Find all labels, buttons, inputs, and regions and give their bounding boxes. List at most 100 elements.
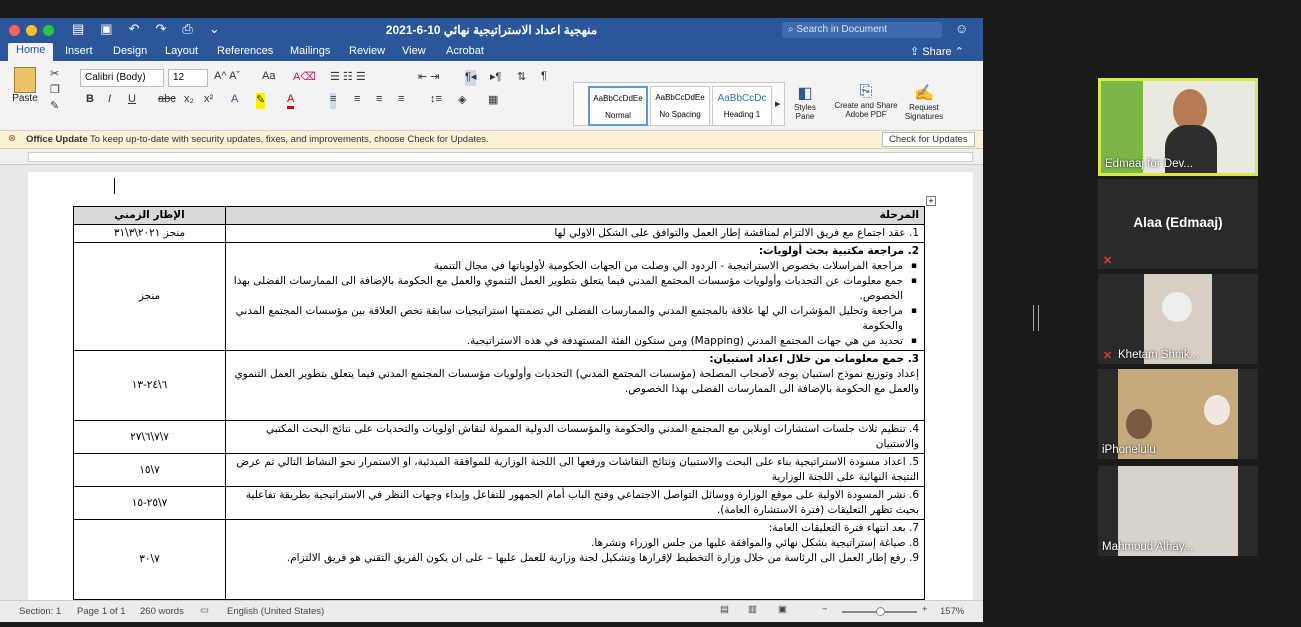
- tab-review[interactable]: Review: [341, 44, 393, 58]
- superscript-button[interactable]: x²: [204, 93, 213, 109]
- shading-icon[interactable]: ◈: [458, 93, 466, 109]
- stage-cell[interactable]: 6. نشر المسودة الاولية على موقع الوزارة …: [225, 486, 925, 520]
- time-cell[interactable]: ٧\٧\٦\٢٧: [73, 420, 226, 454]
- mic-muted-icon: ✕: [1103, 255, 1113, 267]
- ltr-icon[interactable]: ¶◂: [465, 70, 477, 86]
- stage-header: المرحلة: [225, 206, 925, 225]
- subscript-button[interactable]: x₂: [184, 93, 194, 109]
- time-cell[interactable]: منجز: [73, 242, 226, 351]
- bold-button[interactable]: B: [86, 93, 94, 109]
- participant-video-head: [1162, 292, 1192, 322]
- stage-cell[interactable]: 4. تنظيم ثلاث جلسات استشارات اونلاين مع …: [225, 420, 925, 454]
- zoom-slider[interactable]: [842, 607, 917, 616]
- borders-icon[interactable]: ▦: [488, 93, 498, 109]
- font-name-select[interactable]: Calibri (Body): [80, 69, 164, 87]
- tab-layout[interactable]: Layout: [157, 44, 206, 58]
- italic-button[interactable]: I: [108, 93, 111, 109]
- gallery-arrow-icon[interactable]: ▸: [775, 97, 781, 113]
- bullets-icon[interactable]: ☰ ☷ ☰: [330, 70, 366, 86]
- style-preview: AaBbCcDc: [717, 93, 767, 104]
- font-size-select[interactable]: 12: [168, 69, 208, 87]
- check-updates-button[interactable]: Check for Updates: [882, 132, 975, 147]
- tab-view[interactable]: View: [394, 44, 434, 58]
- participant-tile[interactable]: Alaa (Edmaaj) ✕: [1098, 179, 1258, 269]
- time-cell[interactable]: منجز ٢٠٢١\٣\٣١: [73, 224, 226, 243]
- stage-cell[interactable]: 7. بعد انتهاء فترة التعليقات العامة: 8. …: [225, 519, 925, 600]
- style-heading-1[interactable]: AaBbCcDc Heading 1: [712, 86, 772, 126]
- change-case-icon[interactable]: Aa: [262, 70, 275, 86]
- word-count[interactable]: 260 words: [140, 606, 184, 617]
- zoom-level[interactable]: 157%: [940, 606, 964, 617]
- participant-name: Mahmoud Alhay...: [1102, 541, 1194, 553]
- page-status[interactable]: Page 1 of 1: [77, 606, 126, 617]
- grow-font-icon[interactable]: A^ Aˇ: [214, 70, 240, 86]
- indent-icon[interactable]: ⇤ ⇥: [418, 70, 440, 86]
- tab-home[interactable]: Home: [8, 43, 54, 61]
- section-status[interactable]: Section: 1: [19, 606, 61, 617]
- participant-tile[interactable]: ✕ Khetam Shnik...: [1098, 274, 1258, 364]
- panel-resize-handle[interactable]: [1033, 305, 1039, 331]
- stage-cell[interactable]: 5. اعداد مسودة الاستراتيجية بناء على الب…: [225, 453, 925, 487]
- tab-design[interactable]: Design: [105, 44, 155, 58]
- request-signatures-button[interactable]: ✍ Request Signatures: [900, 83, 948, 121]
- style-normal[interactable]: AaBbCcDdEe Normal: [588, 86, 648, 126]
- search-input[interactable]: ⌕ Search in Document: [782, 22, 942, 38]
- tab-references[interactable]: References: [209, 44, 281, 58]
- time-cell[interactable]: ٧\٣٠: [73, 519, 226, 600]
- mic-muted-icon: ✕: [1103, 350, 1113, 362]
- font-color-icon[interactable]: A: [287, 93, 295, 109]
- language-status[interactable]: English (United States): [227, 606, 324, 617]
- pilcrow-icon[interactable]: ¶: [541, 70, 547, 86]
- participant-tile[interactable]: iPhonelulu: [1098, 369, 1258, 459]
- share-button[interactable]: ⇪ Share ⌃: [910, 45, 964, 58]
- time-cell[interactable]: ٦\٢٤-١٣: [73, 350, 226, 421]
- table-row: 6. نشر المسودة الاولية على موقع الوزارة …: [73, 486, 925, 520]
- time-cell[interactable]: ٧\٢٥-١٥: [73, 486, 226, 520]
- participant-video-head: [1204, 395, 1230, 425]
- table-move-handle[interactable]: +: [926, 196, 936, 206]
- stage-cell[interactable]: 1. عقد اجتماع مع فريق الالتزام لمناقشة إ…: [225, 224, 925, 243]
- strikethrough-button[interactable]: abc: [158, 93, 176, 109]
- tab-acrobat[interactable]: Acrobat: [438, 44, 492, 58]
- create-pdf-label: Create and Share Adobe PDF: [834, 101, 898, 119]
- zoom-in-button[interactable]: +: [922, 604, 928, 615]
- focus-icon[interactable]: ▣: [778, 604, 787, 615]
- underline-button[interactable]: U: [128, 93, 136, 109]
- tab-insert[interactable]: Insert: [57, 44, 101, 58]
- format-painter-icon[interactable]: ✎: [50, 99, 59, 115]
- search-placeholder: Search in Document: [796, 24, 887, 35]
- participant-tile[interactable]: Edmaaj for Dev...: [1098, 78, 1258, 176]
- sort-icon[interactable]: ⇅: [517, 70, 526, 86]
- account-icon[interactable]: ☺: [955, 21, 968, 36]
- table-row: 3. جمع معلومات من خلال اعداد استبيان: إع…: [73, 350, 925, 421]
- participant-tile[interactable]: Mahmoud Alhay...: [1098, 466, 1258, 556]
- paste-button[interactable]: Paste: [9, 67, 41, 104]
- text-effects-icon[interactable]: A: [231, 93, 238, 109]
- zoom-slider-thumb[interactable]: [876, 607, 885, 616]
- web-layout-icon[interactable]: ▥: [748, 604, 757, 615]
- print-layout-icon[interactable]: ▤: [720, 604, 729, 615]
- table-row: 5. اعداد مسودة الاستراتيجية بناء على الب…: [73, 453, 925, 487]
- close-message-icon[interactable]: ⊗: [8, 133, 16, 144]
- justify-icon[interactable]: ≡: [398, 93, 404, 109]
- clear-format-icon[interactable]: A⌫: [293, 70, 316, 86]
- zoom-out-button[interactable]: −: [822, 604, 828, 615]
- align-center-icon[interactable]: ≡: [354, 93, 360, 109]
- rtl-icon[interactable]: ▸¶: [490, 70, 501, 86]
- time-cell[interactable]: ٧\١٥: [73, 453, 226, 487]
- strategy-table: المرحلة الإطار الزمني 1. عقد اجتماع مع ف…: [73, 206, 925, 600]
- create-pdf-button[interactable]: ⎘ Create and Share Adobe PDF: [830, 83, 902, 119]
- stage-cell[interactable]: 3. جمع معلومات من خلال اعداد استبيان: إع…: [225, 350, 925, 421]
- style-no-spacing[interactable]: AaBbCcDdEe No Spacing: [650, 86, 710, 126]
- highlight-icon[interactable]: ✎: [256, 93, 266, 109]
- proofing-icon[interactable]: ▭: [200, 605, 209, 616]
- tab-mailings[interactable]: Mailings: [282, 44, 338, 58]
- ribbon: Paste ✂ ❐ ✎ Calibri (Body) 12 A^ Aˇ Aa A…: [0, 61, 983, 131]
- align-left-icon[interactable]: ≡: [330, 93, 337, 109]
- cut-icon[interactable]: ✂: [50, 67, 59, 83]
- align-right-icon[interactable]: ≡: [376, 93, 382, 109]
- line-spacing-icon[interactable]: ↕≡: [430, 93, 442, 109]
- copy-icon[interactable]: ❐: [50, 83, 60, 99]
- styles-pane-button[interactable]: ◧ Styles Pane: [787, 83, 823, 121]
- stage-cell[interactable]: 2. مراجعة مكتبية بحث أولويات: مراجعة الم…: [225, 242, 925, 351]
